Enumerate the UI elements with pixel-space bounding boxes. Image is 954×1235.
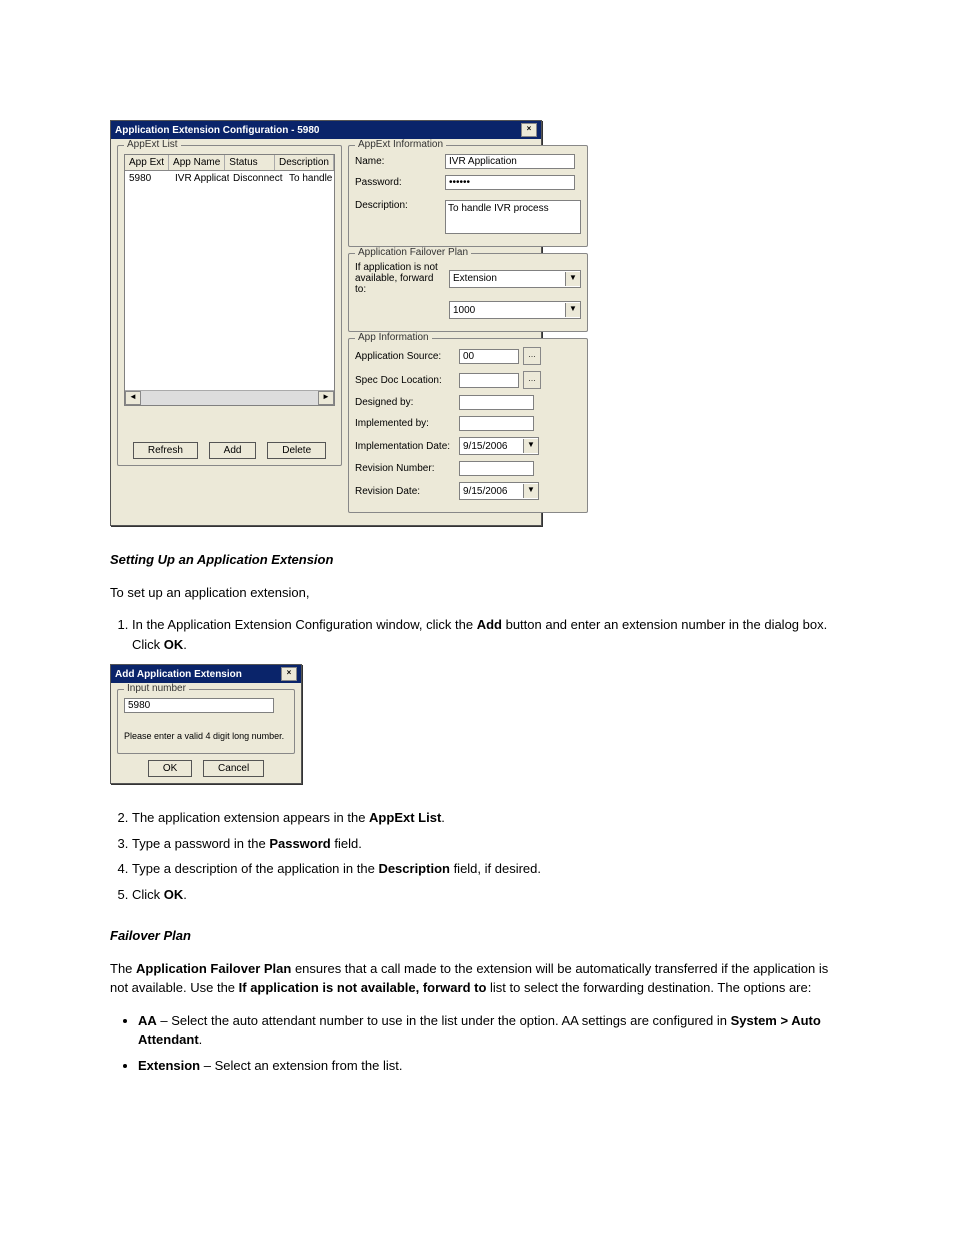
dialog-title: Application Extension Configuration - 59… (115, 125, 319, 136)
titlebar: Add Application Extension × (111, 665, 301, 683)
horizontal-scrollbar[interactable]: ◄ ► (125, 390, 334, 405)
combo-value: 1000 (453, 305, 565, 316)
browse-icon[interactable]: … (523, 371, 541, 389)
designed-input[interactable] (459, 395, 534, 410)
specdoc-input[interactable] (459, 373, 519, 388)
combo-value: 9/15/2006 (463, 486, 523, 497)
refresh-button[interactable]: Refresh (133, 442, 198, 459)
password-input[interactable] (445, 175, 575, 190)
group-legend: Input number (124, 683, 189, 694)
group-legend: AppExt Information (355, 139, 446, 150)
group-legend: AppExt List (124, 139, 181, 150)
steps-list-cont: The application extension appears in the… (132, 808, 844, 904)
browse-icon[interactable]: … (523, 347, 541, 365)
failover-type-combo[interactable]: Extension ▼ (449, 270, 581, 288)
chevron-down-icon[interactable]: ▼ (523, 439, 538, 453)
ok-button[interactable]: OK (148, 760, 192, 777)
step-5: Click OK. (132, 885, 844, 905)
appsource-label: Application Source: (355, 351, 455, 362)
failover-paragraph: The Application Failover Plan ensures th… (110, 959, 844, 998)
name-input[interactable] (445, 154, 575, 169)
col-appname[interactable]: App Name (169, 155, 225, 170)
chevron-down-icon[interactable]: ▼ (565, 303, 580, 317)
intro-setup: To set up an application extension, (110, 583, 844, 603)
revdate-label: Revision Date: (355, 486, 455, 497)
col-description[interactable]: Description (275, 155, 334, 170)
scroll-left-icon[interactable]: ◄ (125, 391, 141, 405)
close-icon[interactable]: × (521, 123, 537, 137)
implemented-input[interactable] (459, 416, 534, 431)
failover-text: If application is not available, forward… (355, 262, 445, 295)
specdoc-label: Spec Doc Location: (355, 375, 455, 386)
revdate-picker[interactable]: 9/15/2006 ▼ (459, 482, 539, 500)
failover-group: Application Failover Plan If application… (348, 253, 588, 332)
name-label: Name: (355, 156, 441, 167)
col-appext[interactable]: App Ext (125, 155, 169, 170)
combo-value: 9/15/2006 (463, 441, 523, 452)
add-appext-dialog: Add Application Extension × Input number… (110, 664, 302, 784)
extension-number-input[interactable] (124, 698, 274, 713)
revnum-input[interactable] (459, 461, 534, 476)
scroll-right-icon[interactable]: ► (318, 391, 334, 405)
delete-button[interactable]: Delete (267, 442, 326, 459)
cell-appext: 5980 (125, 171, 171, 186)
steps-list: In the Application Extension Configurati… (132, 615, 844, 654)
chevron-down-icon[interactable]: ▼ (565, 272, 580, 286)
hint-text: Please enter a valid 4 digit long number… (124, 731, 288, 741)
description-label: Description: (355, 200, 441, 211)
cell-description: To handle IVR process (285, 171, 334, 186)
cell-status: Disconnect (229, 171, 285, 186)
implemented-label: Implemented by: (355, 418, 455, 429)
table-row[interactable]: 5980 IVR Applicat... Disconnect To handl… (125, 171, 334, 186)
chevron-down-icon[interactable]: ▼ (523, 484, 538, 498)
step-1: In the Application Extension Configurati… (132, 615, 844, 654)
appext-listview[interactable]: App Ext App Name Status Description 5980… (124, 154, 335, 406)
heading-setup: Setting Up an Application Extension (110, 550, 844, 570)
appext-config-dialog: Application Extension Configuration - 59… (110, 120, 542, 526)
group-legend: App Information (355, 332, 432, 343)
revnum-label: Revision Number: (355, 463, 455, 474)
impl-date-picker[interactable]: 9/15/2006 ▼ (459, 437, 539, 455)
bullet-aa: AA – Select the auto attendant number to… (138, 1011, 844, 1050)
designed-label: Designed by: (355, 397, 455, 408)
titlebar: Application Extension Configuration - 59… (111, 121, 541, 139)
description-input[interactable]: To handle IVR process (445, 200, 581, 234)
failover-bullets: AA – Select the auto attendant number to… (138, 1011, 844, 1076)
heading-failover: Failover Plan (110, 926, 844, 946)
col-status[interactable]: Status (225, 155, 275, 170)
step-4: Type a description of the application in… (132, 859, 844, 879)
combo-value: Extension (453, 273, 565, 284)
cell-appname: IVR Applicat... (171, 171, 229, 186)
group-legend: Application Failover Plan (355, 247, 471, 258)
appext-list-group: AppExt List App Ext App Name Status Desc… (117, 145, 342, 466)
impl-date-label: Implementation Date: (355, 441, 455, 452)
add-button[interactable]: Add (209, 442, 257, 459)
listview-headers: App Ext App Name Status Description (125, 155, 334, 171)
password-label: Password: (355, 177, 441, 188)
appext-info-group: AppExt Information Name: Password: Descr… (348, 145, 588, 247)
step-3: Type a password in the Password field. (132, 834, 844, 854)
dialog-title: Add Application Extension (115, 669, 242, 680)
input-number-group: Input number Please enter a valid 4 digi… (117, 689, 295, 754)
bullet-extension: Extension – Select an extension from the… (138, 1056, 844, 1076)
appinfo-group: App Information Application Source: … Sp… (348, 338, 588, 513)
cancel-button[interactable]: Cancel (203, 760, 264, 777)
close-icon[interactable]: × (281, 667, 297, 681)
appsource-input[interactable] (459, 349, 519, 364)
failover-target-combo[interactable]: 1000 ▼ (449, 301, 581, 319)
step-2: The application extension appears in the… (132, 808, 844, 828)
